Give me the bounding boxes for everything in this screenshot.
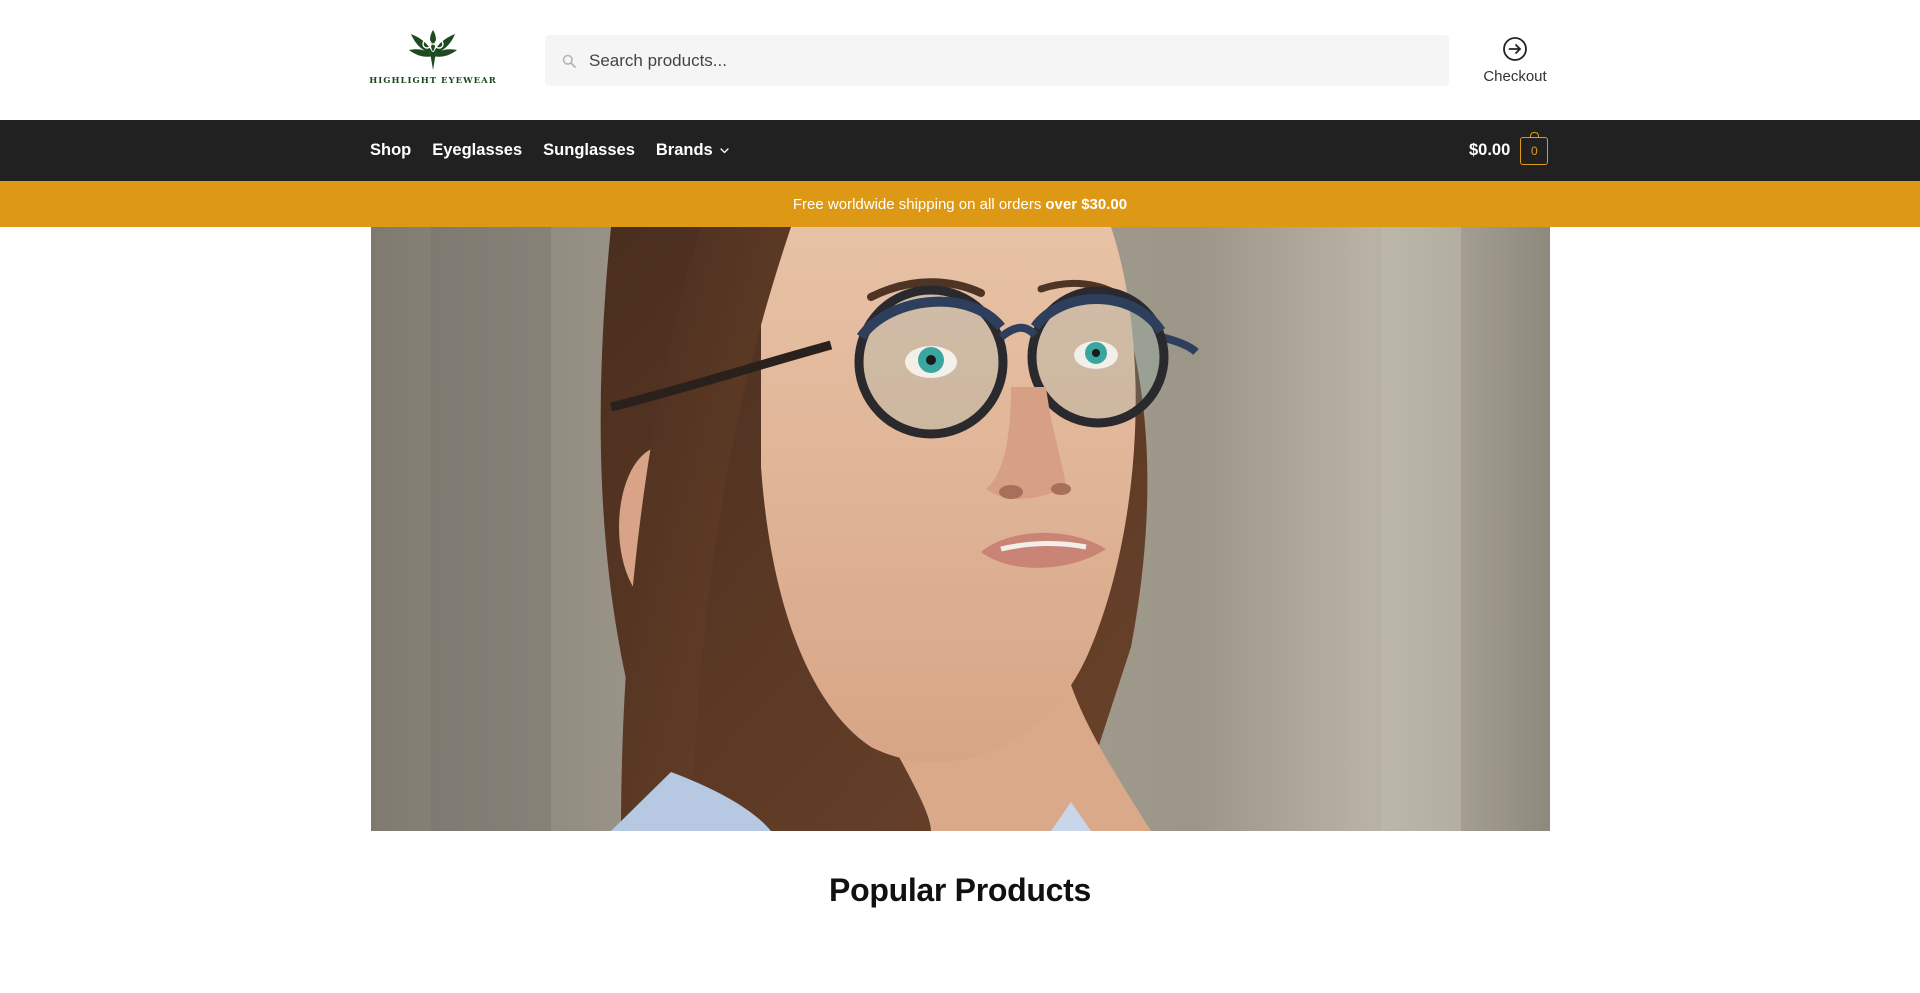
main-navigation: Shop Eyeglasses Sunglasses Brands $0.00 … [0, 120, 1920, 181]
arrow-circle-right-icon [1503, 37, 1527, 61]
hero-image [371, 227, 1550, 831]
shopping-bag-icon: 0 [1520, 131, 1549, 165]
promo-banner: Free worldwide shipping on all orders ov… [0, 181, 1920, 227]
section-title: Popular Products [829, 872, 1091, 908]
cart-count: 0 [1530, 143, 1538, 158]
search-icon [560, 52, 578, 70]
nav-item-label: Shop [370, 141, 412, 159]
site-header: HIGHLIGHT EYEWEAR Checkout [0, 0, 1920, 120]
search-bar [545, 35, 1449, 86]
nav-item-eyeglasses[interactable]: Eyeglasses [432, 141, 522, 160]
checkout-link[interactable]: Checkout [1475, 36, 1555, 85]
nav-item-label: Brands [655, 141, 713, 159]
search-input[interactable] [589, 35, 1449, 86]
checkout-label: Checkout [1483, 68, 1547, 85]
site-logo[interactable]: HIGHLIGHT EYEWEAR [369, 30, 497, 90]
hero-illustration [371, 227, 1550, 831]
nav-menu: Shop Eyeglasses Sunglasses Brands [370, 120, 750, 181]
nav-item-shop[interactable]: Shop [370, 141, 411, 160]
logo-text: HIGHLIGHT EYEWEAR [369, 76, 497, 86]
chevron-down-icon [720, 147, 729, 154]
nav-item-sunglasses[interactable]: Sunglasses [543, 141, 635, 160]
cart-link[interactable]: $0.00 0 [1469, 120, 1549, 181]
nav-item-brands[interactable]: Brands [656, 141, 729, 160]
logo-leaf-icon [409, 30, 457, 70]
nav-item-label: Sunglasses [543, 141, 635, 159]
promo-highlight: over $30.00 [1045, 195, 1128, 213]
cart-total: $0.00 [1469, 141, 1511, 159]
nav-item-label: Eyeglasses [432, 141, 523, 159]
promo-text: Free worldwide shipping on all orders [792, 195, 1042, 213]
